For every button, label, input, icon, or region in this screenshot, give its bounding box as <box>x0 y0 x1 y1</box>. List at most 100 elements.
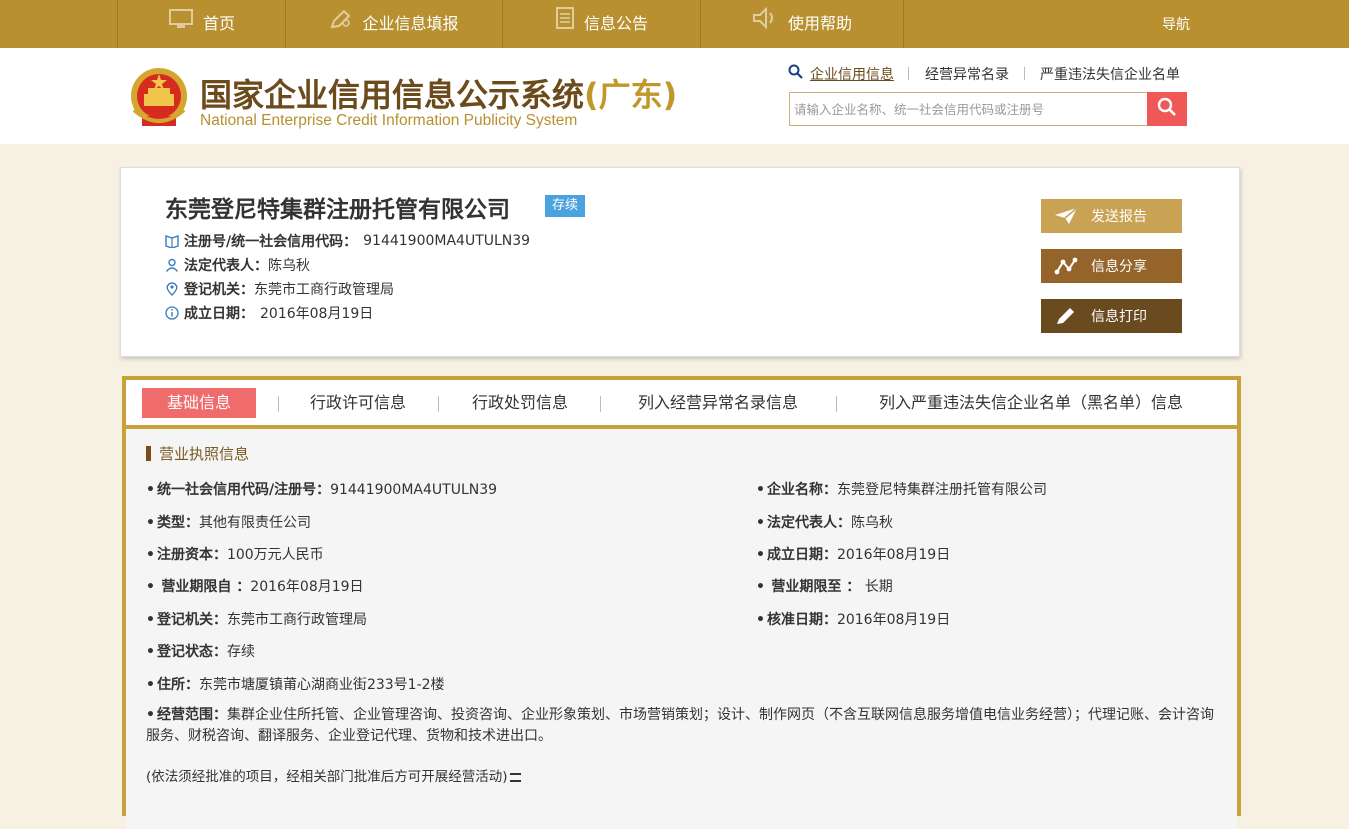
tab-divider <box>278 396 279 412</box>
paper-plane-icon <box>1053 207 1079 225</box>
field-credit-code-label: 统一社会信用代码/注册号： <box>156 482 331 498</box>
nav-home-label: 首页 <box>202 14 235 33</box>
national-emblem-logo <box>128 66 190 130</box>
info-tab-bar: 基础信息 行政许可信息 行政处罚信息 列入经营异常名录信息 列入严重违法失信企业… <box>126 380 1237 429</box>
share-info-button[interactable]: 信息分享 <box>1041 249 1182 283</box>
section-title-bar <box>146 446 151 461</box>
field-type-label: 类型： <box>156 515 199 531</box>
monitor-icon <box>168 1 193 47</box>
document-icon <box>555 1 574 47</box>
authority-value: 东莞市工商行政管理局 <box>254 282 394 298</box>
field-est-date-label: 成立日期： <box>766 547 837 563</box>
send-report-button[interactable]: 发送报告 <box>1041 199 1182 233</box>
top-navigation-bar: 首页 企业信息填报 信息公告 使用帮助 导航 <box>0 0 1349 48</box>
tab-abnormal-list[interactable]: 列入经营异常名录信息 <box>620 388 816 418</box>
person-icon <box>165 258 179 272</box>
tab-divider <box>438 396 439 412</box>
status-badge: 存续 <box>545 195 586 217</box>
field-legal-rep: • 法定代表人：陈乌秋 <box>756 515 893 531</box>
legal-rep-label: 法定代表人： <box>184 258 268 274</box>
company-name: 东莞登尼特集群注册托管有限公司 <box>165 197 510 223</box>
tab-divider <box>836 396 837 412</box>
business-license-section: 营业执照信息 • 统一社会信用代码/注册号：91441900MA4UTULN39 … <box>126 429 1237 829</box>
link-divider <box>1024 67 1025 80</box>
field-approve-date-label: 核准日期： <box>766 612 837 628</box>
company-reg-number-row: 注册号/统一社会信用代码： 91441900MA4UTULN39 <box>165 231 530 251</box>
field-term-to: • 营业期限至 ： 长期 <box>756 579 893 595</box>
book-icon <box>165 234 179 249</box>
tab-basic-info[interactable]: 基础信息 <box>142 388 256 418</box>
nav-fill-info-label: 企业信息填报 <box>362 14 459 33</box>
field-type: • 类型：其他有限责任公司 <box>146 515 311 531</box>
authority-label: 登记机关： <box>184 282 254 298</box>
nav-help-label: 使用帮助 <box>787 14 852 33</box>
field-business-scope-value: 集群企业住所托管、企业管理咨询、投资咨询、企业形象策划、市场营销策划；设计、制作… <box>146 707 1214 744</box>
field-capital-value: 100万元人民币 <box>226 547 324 563</box>
field-authority-value: 东莞市工商行政管理局 <box>226 612 367 628</box>
tab-admin-license[interactable]: 行政许可信息 <box>298 388 418 418</box>
equals-mark-icon <box>509 772 521 782</box>
print-info-button[interactable]: 信息打印 <box>1041 299 1182 333</box>
field-legal-rep-label: 法定代表人： <box>766 515 851 531</box>
company-est-date-row: 成立日期： 2016年08月19日 <box>165 303 373 323</box>
company-authority-row: 登记机关： 东莞市工商行政管理局 <box>165 279 394 299</box>
speaker-icon <box>752 1 778 47</box>
field-capital: • 注册资本：100万元人民币 <box>146 547 324 563</box>
field-est-date: • 成立日期：2016年08月19日 <box>756 547 951 563</box>
field-address: • 住所：东莞市塘厦镇莆心湖商业街233号1-2楼 <box>146 677 445 693</box>
field-term-to-label: 营业期限至 ： <box>771 579 861 595</box>
site-header: 国家企业信用信息公示系统(广东) National Enterprise Cre… <box>0 48 1349 144</box>
pencil-edit-icon <box>330 1 352 47</box>
field-term-from-value: 2016年08月19日 <box>250 579 364 595</box>
share-network-icon <box>1053 257 1079 275</box>
section-title-text: 营业执照信息 <box>159 445 250 463</box>
link-abnormal-operations[interactable]: 经营异常名录 <box>925 64 1009 84</box>
nav-notice[interactable]: 信息公告 <box>502 0 701 48</box>
location-pin-icon <box>165 282 179 296</box>
link-serious-violation-list[interactable]: 严重违法失信企业名单 <box>1040 64 1180 84</box>
search-icon <box>1157 97 1177 121</box>
field-authority-label: 登记机关： <box>156 612 227 628</box>
share-info-label: 信息分享 <box>1091 259 1147 275</box>
info-panel: 基础信息 行政许可信息 行政处罚信息 列入经营异常名录信息 列入严重违法失信企业… <box>122 376 1241 829</box>
search-input[interactable] <box>790 93 1148 125</box>
system-title-region: (广东) <box>584 76 678 114</box>
field-approve-date-value: 2016年08月19日 <box>836 612 951 628</box>
field-reg-status: • 登记状态：存续 <box>146 644 255 660</box>
reg-number-label: 注册号/统一社会信用代码： <box>184 234 358 250</box>
search-box <box>789 92 1187 126</box>
nav-home[interactable]: 首页 <box>117 0 286 48</box>
field-credit-code-value: 91441900MA4UTULN39 <box>330 482 498 498</box>
field-term-to-value: 长期 <box>864 579 893 595</box>
legal-rep-value: 陈乌秋 <box>268 258 310 274</box>
search-button[interactable] <box>1147 92 1187 126</box>
field-address-value: 东莞市塘厦镇莆心湖商业街233号1-2楼 <box>198 677 445 693</box>
nav-help[interactable]: 使用帮助 <box>700 0 904 48</box>
info-icon <box>165 306 179 320</box>
print-info-label: 信息打印 <box>1091 309 1147 325</box>
field-reg-status-value: 存续 <box>226 644 255 660</box>
link-enterprise-credit-info[interactable]: 企业信用信息 <box>810 64 894 84</box>
field-est-date-value: 2016年08月19日 <box>836 547 951 563</box>
field-term-from-label: 营业期限自 ： <box>161 579 251 595</box>
approval-note: (依法须经批准的项目，经相关部门批准后方可开展经营活动) <box>146 765 521 785</box>
field-ent-name-label: 企业名称： <box>766 482 837 498</box>
field-authority: • 登记机关：东莞市工商行政管理局 <box>146 612 367 628</box>
field-reg-status-label: 登记状态： <box>156 644 227 660</box>
nav-guide-link[interactable]: 导航 <box>1162 0 1190 48</box>
est-date-value: 2016年08月19日 <box>260 306 374 322</box>
nav-fill-info[interactable]: 企业信息填报 <box>285 0 503 48</box>
link-divider <box>908 67 909 80</box>
company-summary-card: 东莞登尼特集群注册托管有限公司 存续 注册号/统一社会信用代码： 9144190… <box>120 167 1240 357</box>
field-address-label: 住所： <box>156 677 199 693</box>
tab-blacklist[interactable]: 列入严重违法失信企业名单（黑名单）信息 <box>856 388 1206 418</box>
field-legal-rep-value: 陈乌秋 <box>850 515 893 531</box>
est-date-label: 成立日期： <box>184 306 254 322</box>
company-legal-rep-row: 法定代表人： 陈乌秋 <box>165 255 310 275</box>
system-title-main: 国家企业信用信息公示系统 <box>200 76 585 114</box>
field-ent-name: • 企业名称：东莞登尼特集群注册托管有限公司 <box>756 482 1047 498</box>
field-credit-code: • 统一社会信用代码/注册号：91441900MA4UTULN39 <box>146 482 498 498</box>
field-type-value: 其他有限责任公司 <box>198 515 311 531</box>
tab-admin-penalty[interactable]: 行政处罚信息 <box>460 388 580 418</box>
tab-divider <box>600 396 601 412</box>
